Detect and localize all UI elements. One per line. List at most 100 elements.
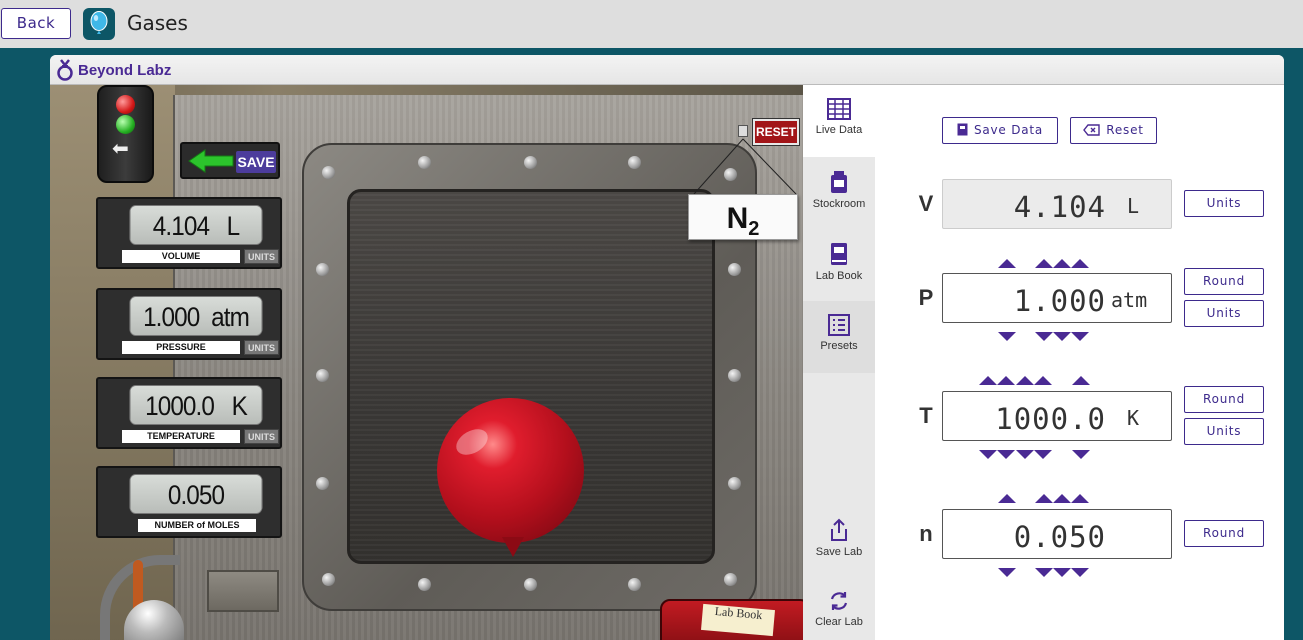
moles-screen: 0.050 <box>129 474 263 514</box>
brand-name: Beyond Labz <box>78 62 172 79</box>
back-button[interactable]: Back <box>1 8 71 39</box>
pressure-field[interactable]: 1.000 atm <box>942 273 1172 323</box>
temperature-round-button[interactable]: Round <box>1184 386 1264 413</box>
moles-decrement-icon[interactable] <box>1035 568 1053 577</box>
bolt <box>728 369 741 382</box>
temperature-decrement-icon[interactable] <box>997 450 1015 459</box>
temperature-increment-icon[interactable] <box>979 376 997 385</box>
temperature-units-button[interactable]: Units <box>1184 418 1264 445</box>
volume-unit: L <box>1127 194 1140 218</box>
scene-save-button[interactable]: SAVE <box>180 142 280 179</box>
nav-label: Lab Book <box>815 270 863 282</box>
moles-decrement-icon[interactable] <box>1053 568 1071 577</box>
pressure-symbol: P <box>918 285 934 310</box>
nav-live-data[interactable]: Live Data <box>803 85 875 157</box>
reset-label: Reset <box>1106 123 1144 137</box>
nav-label: Stockroom <box>812 198 866 210</box>
pressure-round-button[interactable]: Round <box>1184 268 1264 295</box>
green-light-icon <box>116 115 135 134</box>
book-icon <box>831 243 847 265</box>
bolt <box>728 477 741 490</box>
temperature-increment-icon[interactable] <box>1034 376 1052 385</box>
moles-increment-icon[interactable] <box>998 494 1016 503</box>
table-grid-icon <box>827 98 851 120</box>
nav-label: Live Data <box>815 124 863 136</box>
balloon-app-icon <box>83 8 115 40</box>
moles-round-button[interactable]: Round <box>1184 520 1264 547</box>
list-icon <box>828 314 850 336</box>
volume-field: 4.104 L <box>942 179 1172 229</box>
temperature-increment-icon[interactable] <box>997 376 1015 385</box>
temperature-display: 1000.0 K TEMPERATURE UNITS <box>96 377 282 449</box>
temperature-decrement-icon[interactable] <box>1072 450 1090 459</box>
balloon-neck <box>502 537 524 557</box>
temperature-decrement-icon[interactable] <box>979 450 997 459</box>
valve-plate <box>207 570 279 612</box>
moles-increment-icon[interactable] <box>1053 494 1071 503</box>
bolt <box>316 263 329 276</box>
volume-screen: 4.104 L <box>129 205 263 245</box>
bolt <box>724 573 737 586</box>
gas-symbol: N <box>726 202 749 235</box>
pressure-decrement-icon[interactable] <box>1053 332 1071 341</box>
moles-field[interactable]: 0.050 <box>942 509 1172 559</box>
bolt <box>316 477 329 490</box>
temperature-increment-icon[interactable] <box>1016 376 1034 385</box>
volume-label: VOLUME <box>122 250 240 263</box>
temperature-field[interactable]: 1000.0 K <box>942 391 1172 441</box>
gas-formula-sign[interactable]: N2 <box>688 194 798 240</box>
pressure-increment-icon[interactable] <box>1053 259 1071 268</box>
pressure-label: PRESSURE <box>122 341 240 354</box>
nav-save-lab[interactable]: Save Lab <box>803 505 875 577</box>
app-title: Gases <box>127 11 188 35</box>
scene-lab-book[interactable]: Lab Book <box>660 599 803 640</box>
nav-presets[interactable]: Presets <box>803 301 875 373</box>
moles-display: 0.050 NUMBER of MOLES <box>96 466 282 538</box>
pressure-increment-icon[interactable] <box>1071 259 1089 268</box>
nav-stockroom[interactable]: Stockroom <box>803 157 875 229</box>
status-light-tower[interactable]: ⬅ <box>97 85 154 183</box>
moles-decrement-icon[interactable] <box>1071 568 1089 577</box>
bolt <box>628 156 641 169</box>
bolt <box>316 369 329 382</box>
bolt <box>322 166 335 179</box>
save-data-button[interactable]: Save Data <box>942 117 1058 144</box>
temperature-screen: 1000.0 K <box>129 385 263 425</box>
temperature-units-button[interactable]: UNITS <box>244 429 279 444</box>
volume-units-button[interactable]: Units <box>1184 190 1264 217</box>
save-data-label: Save Data <box>973 123 1044 137</box>
moles-increment-icon[interactable] <box>1035 494 1053 503</box>
lab-scene: ⬅ SAVE RESET N2 4.104 L VOLUME UNITS 1.0… <box>50 85 803 640</box>
volume-value: 4.104 <box>1013 190 1106 224</box>
bolt <box>418 156 431 169</box>
reset-button[interactable]: Reset <box>1070 117 1157 144</box>
temperature-increment-icon[interactable] <box>1072 376 1090 385</box>
book-icon <box>957 123 968 136</box>
pressure-increment-icon[interactable] <box>998 259 1016 268</box>
temperature-unit: K <box>1127 406 1140 430</box>
volume-units-button[interactable]: UNITS <box>244 249 279 264</box>
top-bar: Back Gases <box>0 0 1303 48</box>
refresh-icon <box>830 592 848 610</box>
live-data-panel: Save Data Reset V 4.104 L Units P 1.000 … <box>875 85 1284 640</box>
sign-hanging-wire <box>693 138 797 195</box>
moles-symbol: n <box>919 521 933 546</box>
pressure-decrement-icon[interactable] <box>1071 332 1089 341</box>
share-upload-icon <box>831 518 847 541</box>
pressure-decrement-icon[interactable] <box>998 332 1016 341</box>
temperature-value: 1000.0 <box>995 402 1106 436</box>
volume-display: 4.104 L VOLUME UNITS <box>96 197 282 269</box>
pressure-decrement-icon[interactable] <box>1035 332 1053 341</box>
scene-lab-book-label: Lab Book <box>701 603 775 637</box>
nav-clear-lab[interactable]: Clear Lab <box>803 577 875 640</box>
pressure-units-button[interactable]: UNITS <box>244 340 279 355</box>
nav-lab-book[interactable]: Lab Book <box>803 229 875 301</box>
pressure-units-button[interactable]: Units <box>1184 300 1264 327</box>
temperature-decrement-icon[interactable] <box>1016 450 1034 459</box>
backspace-icon <box>1083 124 1100 136</box>
moles-decrement-icon[interactable] <box>998 568 1016 577</box>
brand-bar: Beyond Labz <box>50 55 1284 85</box>
moles-increment-icon[interactable] <box>1071 494 1089 503</box>
temperature-decrement-icon[interactable] <box>1034 450 1052 459</box>
pressure-increment-icon[interactable] <box>1035 259 1053 268</box>
